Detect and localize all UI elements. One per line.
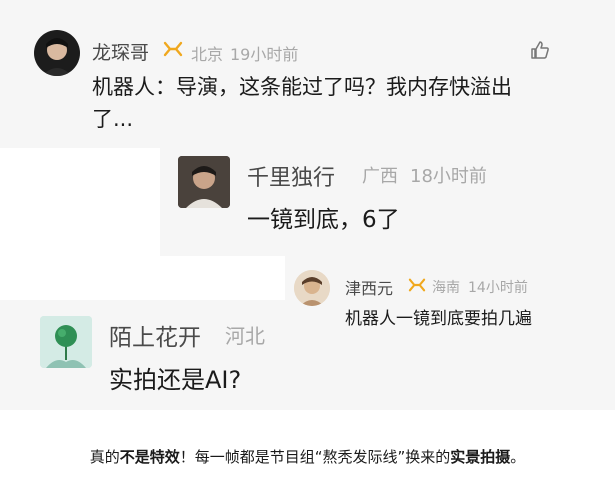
avatar[interactable] xyxy=(178,156,230,208)
timestamp: 14小时前 xyxy=(468,280,528,296)
avatar[interactable] xyxy=(294,270,330,306)
username[interactable]: 陌上花开 xyxy=(109,318,201,352)
comment-panel-3 xyxy=(285,256,615,348)
caption-part: 。 xyxy=(510,448,526,466)
location: 河北 xyxy=(225,324,265,348)
comment-text-cont: 了... xyxy=(92,107,134,131)
comment-text: 实拍还是AI? xyxy=(109,366,242,394)
caption-emphasis: 不是特效 xyxy=(119,448,180,466)
avatar[interactable] xyxy=(34,30,80,76)
timestamp: 19小时前 xyxy=(230,45,299,64)
location: 广西 xyxy=(362,166,398,187)
vip-badge-icon xyxy=(408,278,426,292)
caption-emphasis: 实景拍摄 xyxy=(450,448,511,466)
username[interactable]: 津西元 xyxy=(345,275,393,299)
vip-badge-icon xyxy=(163,41,183,57)
caption-part: ！每一帧都是节目组“熬秃发际线”换来的 xyxy=(179,448,451,466)
timestamp: 18小时前 xyxy=(410,166,487,187)
caption-part: 真的 xyxy=(89,448,120,466)
username[interactable]: 千里独行 xyxy=(247,160,335,192)
avatar[interactable] xyxy=(40,316,92,368)
username[interactable]: 龙琛哥 xyxy=(92,38,149,65)
location: 海南 xyxy=(432,280,460,296)
comment-panel-4b xyxy=(285,348,615,410)
location: 北京 xyxy=(191,45,224,64)
comment-text: 机器人一镜到底要拍几遍 xyxy=(345,309,532,329)
like-icon[interactable] xyxy=(530,40,550,60)
caption: 真的不是特效！每一帧都是节目组“熬秃发际线”换来的实景拍摄。 xyxy=(0,446,615,467)
comment-text: 一镜到底，6了 xyxy=(247,207,400,233)
comment-text: 机器人：导演，这条能过了吗？我内存快溢出 xyxy=(92,75,512,99)
